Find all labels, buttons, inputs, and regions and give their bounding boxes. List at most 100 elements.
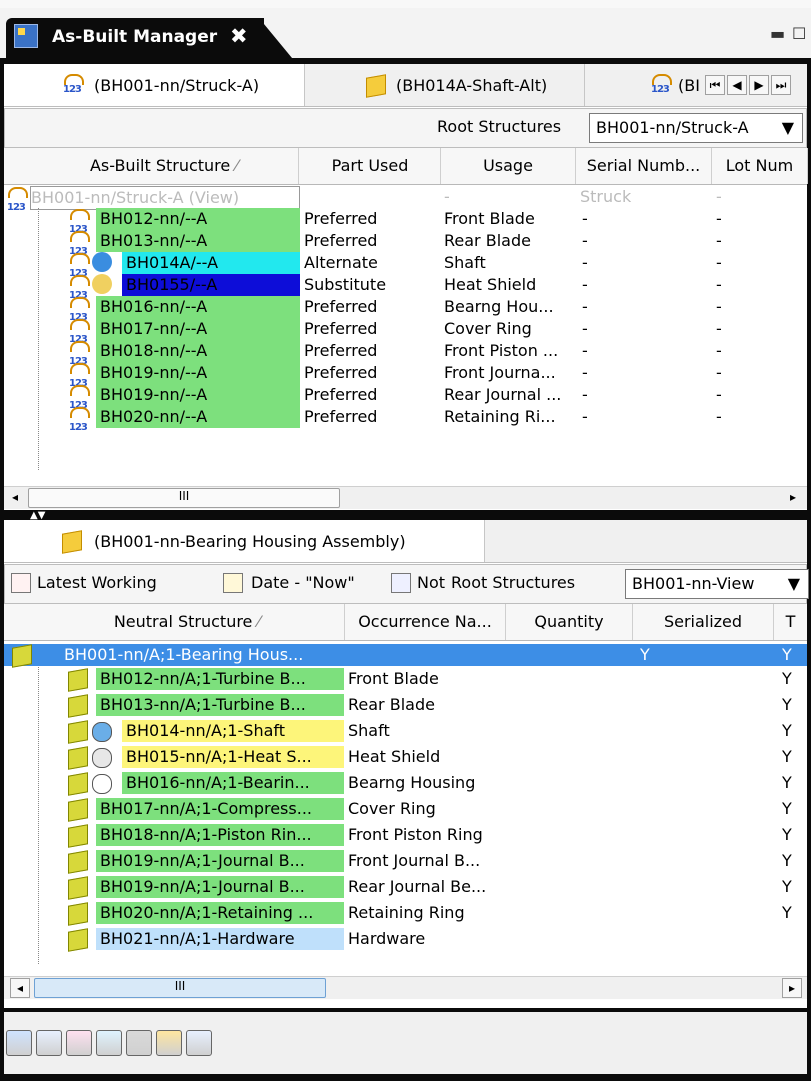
minimize-icon[interactable]: ▬ [770, 24, 785, 43]
prev-tab-icon[interactable]: ◀ [727, 75, 747, 95]
table-row[interactable]: BH013-nn/A;1-Turbine B... Rear Blade Y [4, 694, 807, 718]
col-usage[interactable]: Usage [441, 148, 576, 184]
col-occurrence-name[interactable]: Occurrence Na... [345, 604, 506, 640]
tab-bh001[interactable]: 123 (BH001-nn/Struck-A) [4, 64, 305, 106]
filter-icon[interactable] [126, 1030, 152, 1056]
asbuilt-123-icon: 123 [68, 318, 90, 345]
search-icon[interactable] [186, 1030, 212, 1056]
row-serial: - [582, 363, 588, 382]
row-part: Preferred [304, 341, 378, 360]
next-tab-icon[interactable]: ▶ [749, 75, 769, 95]
table-row[interactable]: 123 BH019-nn/--A Preferred Front Journa... -… [4, 362, 807, 389]
table-row[interactable]: BH016-nn/A;1-Bearin... Bearng Housing Y [4, 772, 807, 796]
table-row[interactable]: BH019-nn/A;1-Journal B... Front Journal B… [4, 850, 807, 874]
tab-bh014a[interactable]: (BH014A-Shaft-Alt) [304, 64, 585, 106]
row-serial: - [582, 209, 588, 228]
table-row[interactable]: 123 BH012-nn/--A Preferred Front Blade - - [4, 208, 807, 235]
table-row[interactable]: 123 BH019-nn/--A Preferred Rear Journal ...… [4, 384, 807, 411]
row-name: BH0155/--A [122, 274, 300, 296]
scroll-right-icon[interactable]: ▸ [784, 488, 802, 506]
top-toolbar: Root Structures BH001-nn/Struck-A ▼ [4, 108, 807, 148]
row-usage: Retaining Ri... [444, 407, 556, 426]
view-tab[interactable]: As-Built Manager ✖ [6, 18, 264, 60]
scroll-right-icon[interactable]: ▸ [782, 978, 802, 998]
refresh-icon[interactable] [96, 1030, 122, 1056]
col-t[interactable]: T [774, 604, 807, 640]
scroll-thumb[interactable]: III [28, 488, 340, 508]
asbuilt-123-icon: 123 [68, 208, 90, 235]
chevron-down-icon: ▼ [787, 574, 800, 593]
row-lot: - [716, 297, 722, 316]
scroll-left-icon[interactable]: ◂ [10, 978, 30, 998]
not-icon[interactable] [391, 573, 411, 593]
row-occurrence-name: Retaining Ring [348, 903, 465, 922]
table-row[interactable]: BH018-nn/A;1-Piston Rin... Front Piston R… [4, 824, 807, 848]
scroll-left-icon[interactable]: ◂ [6, 488, 24, 506]
tab-label: (BI [678, 76, 700, 95]
first-tab-icon[interactable]: ⏮ [705, 75, 725, 95]
row-t: Y [782, 645, 792, 664]
row-occurrence-name: Cover Ring [348, 799, 436, 818]
new-icon[interactable] [36, 1030, 62, 1056]
last-tab-icon[interactable]: ⏭ [771, 75, 791, 95]
root-structures-select[interactable]: BH001-nn/Struck-A ▼ [589, 113, 803, 143]
col-lot-num[interactable]: Lot Num [712, 148, 808, 184]
close-icon[interactable]: ✖ [230, 24, 248, 48]
row-occurrence-name: Heat Shield [348, 747, 441, 766]
scroll-thumb[interactable]: III [34, 978, 326, 998]
table-row-selected[interactable]: BH001-nn/A;1-Bearing Hous... Y Y [4, 644, 807, 668]
col-serialized[interactable]: Serialized [633, 604, 774, 640]
table-row[interactable]: BH015-nn/A;1-Heat S... Heat Shield Y [4, 746, 807, 770]
date-button[interactable]: Date - "Now" [251, 573, 355, 592]
col-part-used[interactable]: Part Used [300, 148, 441, 184]
table-row[interactable]: BH017-nn/A;1-Compress... Cover Ring Y [4, 798, 807, 822]
row-name: BH017-nn/A;1-Compress... [96, 798, 344, 820]
substitute-icon [92, 274, 112, 294]
bottom-table-header: Neutral Structure ⁄ Occurrence Na... Qua… [4, 604, 807, 641]
row-name: BH012-nn/A;1-Turbine B... [96, 668, 344, 690]
view-icon[interactable] [6, 1030, 32, 1056]
row-part: Preferred [304, 209, 378, 228]
alternate-icon [92, 722, 112, 742]
date-icon[interactable] [223, 573, 243, 593]
table-row[interactable]: BH019-nn/A;1-Journal B... Rear Journal Be… [4, 876, 807, 900]
table-row[interactable]: BH021-nn/A;1-Hardware Hardware [4, 928, 807, 952]
row-usage: Rear Blade [444, 231, 531, 250]
row-part: Preferred [304, 363, 378, 382]
table-row[interactable]: 123 BH016-nn/--A Preferred Bearng Hou... - - [4, 296, 807, 323]
tab-bearing-housing[interactable]: (BH001-nn-Bearing Housing Assembly) [4, 520, 485, 562]
col-serial-number[interactable]: Serial Numb... [576, 148, 712, 184]
asbuilt-123-icon: 123 [68, 296, 90, 323]
maximize-icon[interactable]: ☐ [792, 24, 806, 43]
latest-working-button[interactable]: Latest Working [37, 573, 157, 592]
table-row[interactable]: 123 BH014A/--A Alternate Shaft - - [4, 252, 807, 279]
row-part: Alternate [304, 253, 378, 272]
splitter-arrows[interactable]: ▲▼ [30, 511, 45, 521]
row-part: Preferred [304, 297, 378, 316]
top-tabs: 123 (BH001-nn/Struck-A) (BH014A-Shaft-Al… [4, 64, 807, 107]
table-row[interactable]: BH020-nn/A;1-Retaining ... Retaining Ring… [4, 902, 807, 926]
row-usage: - [444, 187, 450, 206]
compare-icon[interactable] [66, 1030, 92, 1056]
table-row[interactable]: BH014-nn/A;1-Shaft Shaft Y [4, 720, 807, 744]
col-neutral-structure[interactable]: Neutral Structure ⁄ [30, 604, 345, 640]
col-quantity[interactable]: Quantity [506, 604, 633, 640]
row-name: BH019-nn/--A [96, 362, 300, 384]
table-row[interactable]: 123 BH0155/--A Substitute Heat Shield - - [4, 274, 807, 301]
table-row[interactable]: 123 BH017-nn/--A Preferred Cover Ring - - [4, 318, 807, 345]
table-row[interactable]: 123 BH013-nn/--A Preferred Rear Blade - - [4, 230, 807, 257]
top-horizontal-scrollbar[interactable]: ◂ III ▸ [4, 486, 807, 509]
table-row[interactable]: 123 BH001-nn/Struck-A (View) - Struck - [4, 186, 807, 213]
assembly-icon[interactable] [156, 1030, 182, 1056]
cube-icon [366, 74, 386, 98]
table-row[interactable]: 123 BH018-nn/--A Preferred Front Piston ...… [4, 340, 807, 367]
table-row[interactable]: BH012-nn/A;1-Turbine B... Front Blade Y [4, 668, 807, 692]
table-row[interactable]: 123 BH020-nn/--A Preferred Retaining Ri... -… [4, 406, 807, 433]
not-button[interactable]: Not [417, 573, 445, 592]
col-as-built-structure[interactable]: As-Built Structure ⁄ [30, 148, 299, 184]
root-structures-select[interactable]: BH001-nn-View ▼ [625, 569, 809, 599]
tab-bi[interactable]: 123 (BI [584, 64, 700, 106]
row-part: Preferred [304, 231, 378, 250]
revision-rule-icon[interactable] [11, 573, 31, 593]
bottom-horizontal-scrollbar[interactable]: ◂ III ▸ [4, 976, 807, 999]
